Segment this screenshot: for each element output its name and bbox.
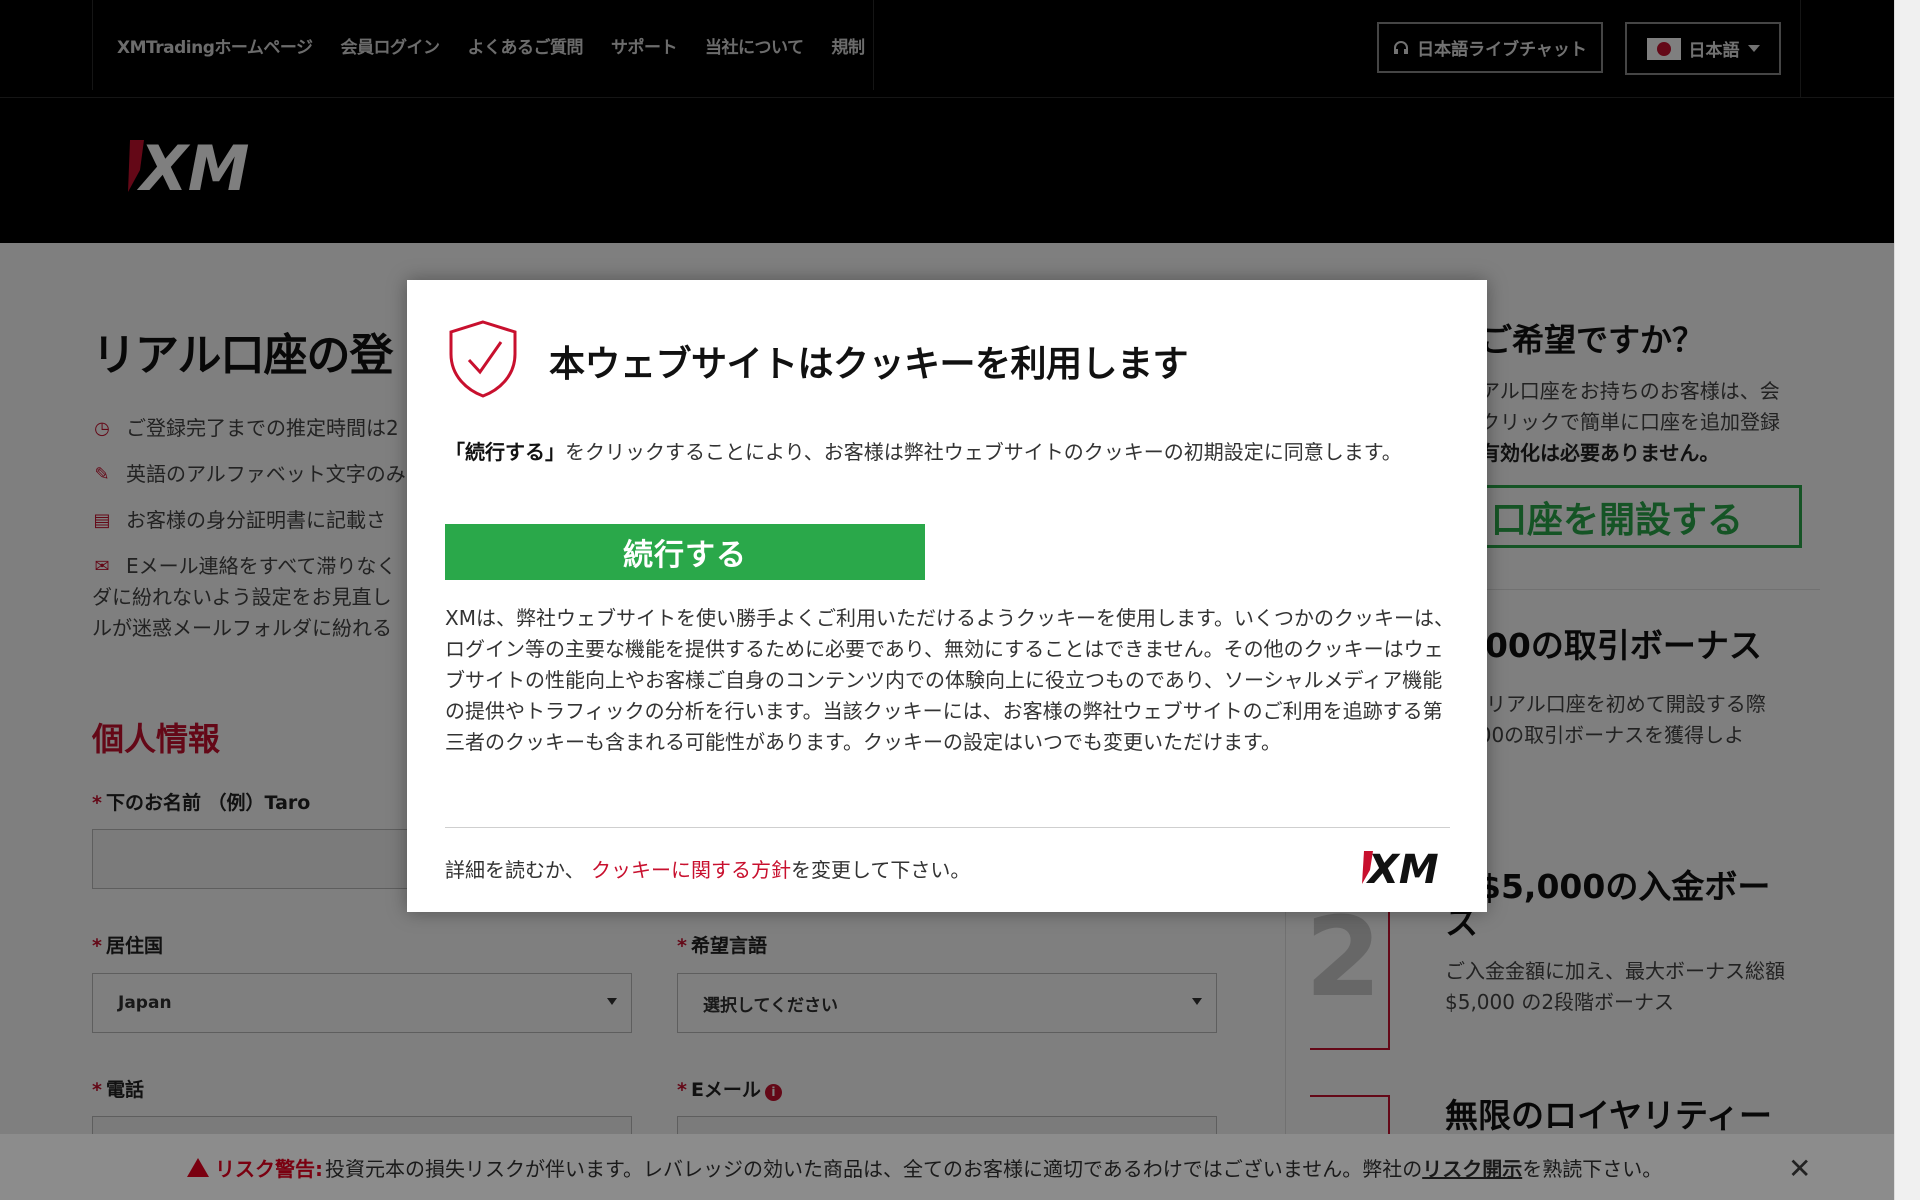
shield-check-icon — [449, 320, 517, 398]
risk-warning-text: 投資元本の損失リスクが伴います。レバレッジの効いた商品は、全てのお客様に適切であ… — [325, 1156, 1423, 1181]
close-icon[interactable]: ✕ — [1788, 1152, 1811, 1185]
continue-button[interactable]: 続行する — [445, 524, 925, 580]
risk-warning-label: リスク警告: — [215, 1156, 323, 1181]
page-scrollbar[interactable] — [1894, 0, 1920, 1200]
cookie-policy-link[interactable]: クッキーに関する方針 — [591, 858, 791, 882]
warning-icon — [187, 1157, 209, 1177]
modal-title: 本ウェブサイトはクッキーを利用します — [549, 344, 1189, 385]
modal-divider — [445, 827, 1450, 828]
modal-footer: 詳細を読むか、 クッキーに関する方針を変更して下さい。 — [445, 858, 971, 882]
risk-warning-bar: リスク警告: 投資元本の損失リスクが伴います。レバレッジの効いた商品は、全てのお… — [0, 1134, 1894, 1200]
modal-intro-text: をクリックすることにより、お客様は弊社ウェブサイトのクッキーの初期設定に同意しま… — [565, 440, 1402, 464]
cookie-consent-modal: 本ウェブサイトはクッキーを利用します 「続行する」をクリックすることにより、お客… — [407, 280, 1487, 912]
risk-disclosure-link[interactable]: リスク開示 — [1422, 1153, 1522, 1182]
svg-text:XM: XM — [1365, 848, 1439, 888]
modal-intro-bold: 「続行する」 — [445, 440, 565, 464]
xm-logo-small: XM — [1362, 848, 1439, 888]
modal-body-text: XMは、弊社ウェブサイトを使い勝手よくご利用いただけるようクッキーを使用します。… — [445, 606, 1454, 754]
modal-intro: 「続行する」をクリックすることにより、お客様は弊社ウェブサイトのクッキーの初期設… — [445, 437, 1455, 468]
risk-warning-suffix: を熟読下さい。 — [1522, 1156, 1663, 1181]
